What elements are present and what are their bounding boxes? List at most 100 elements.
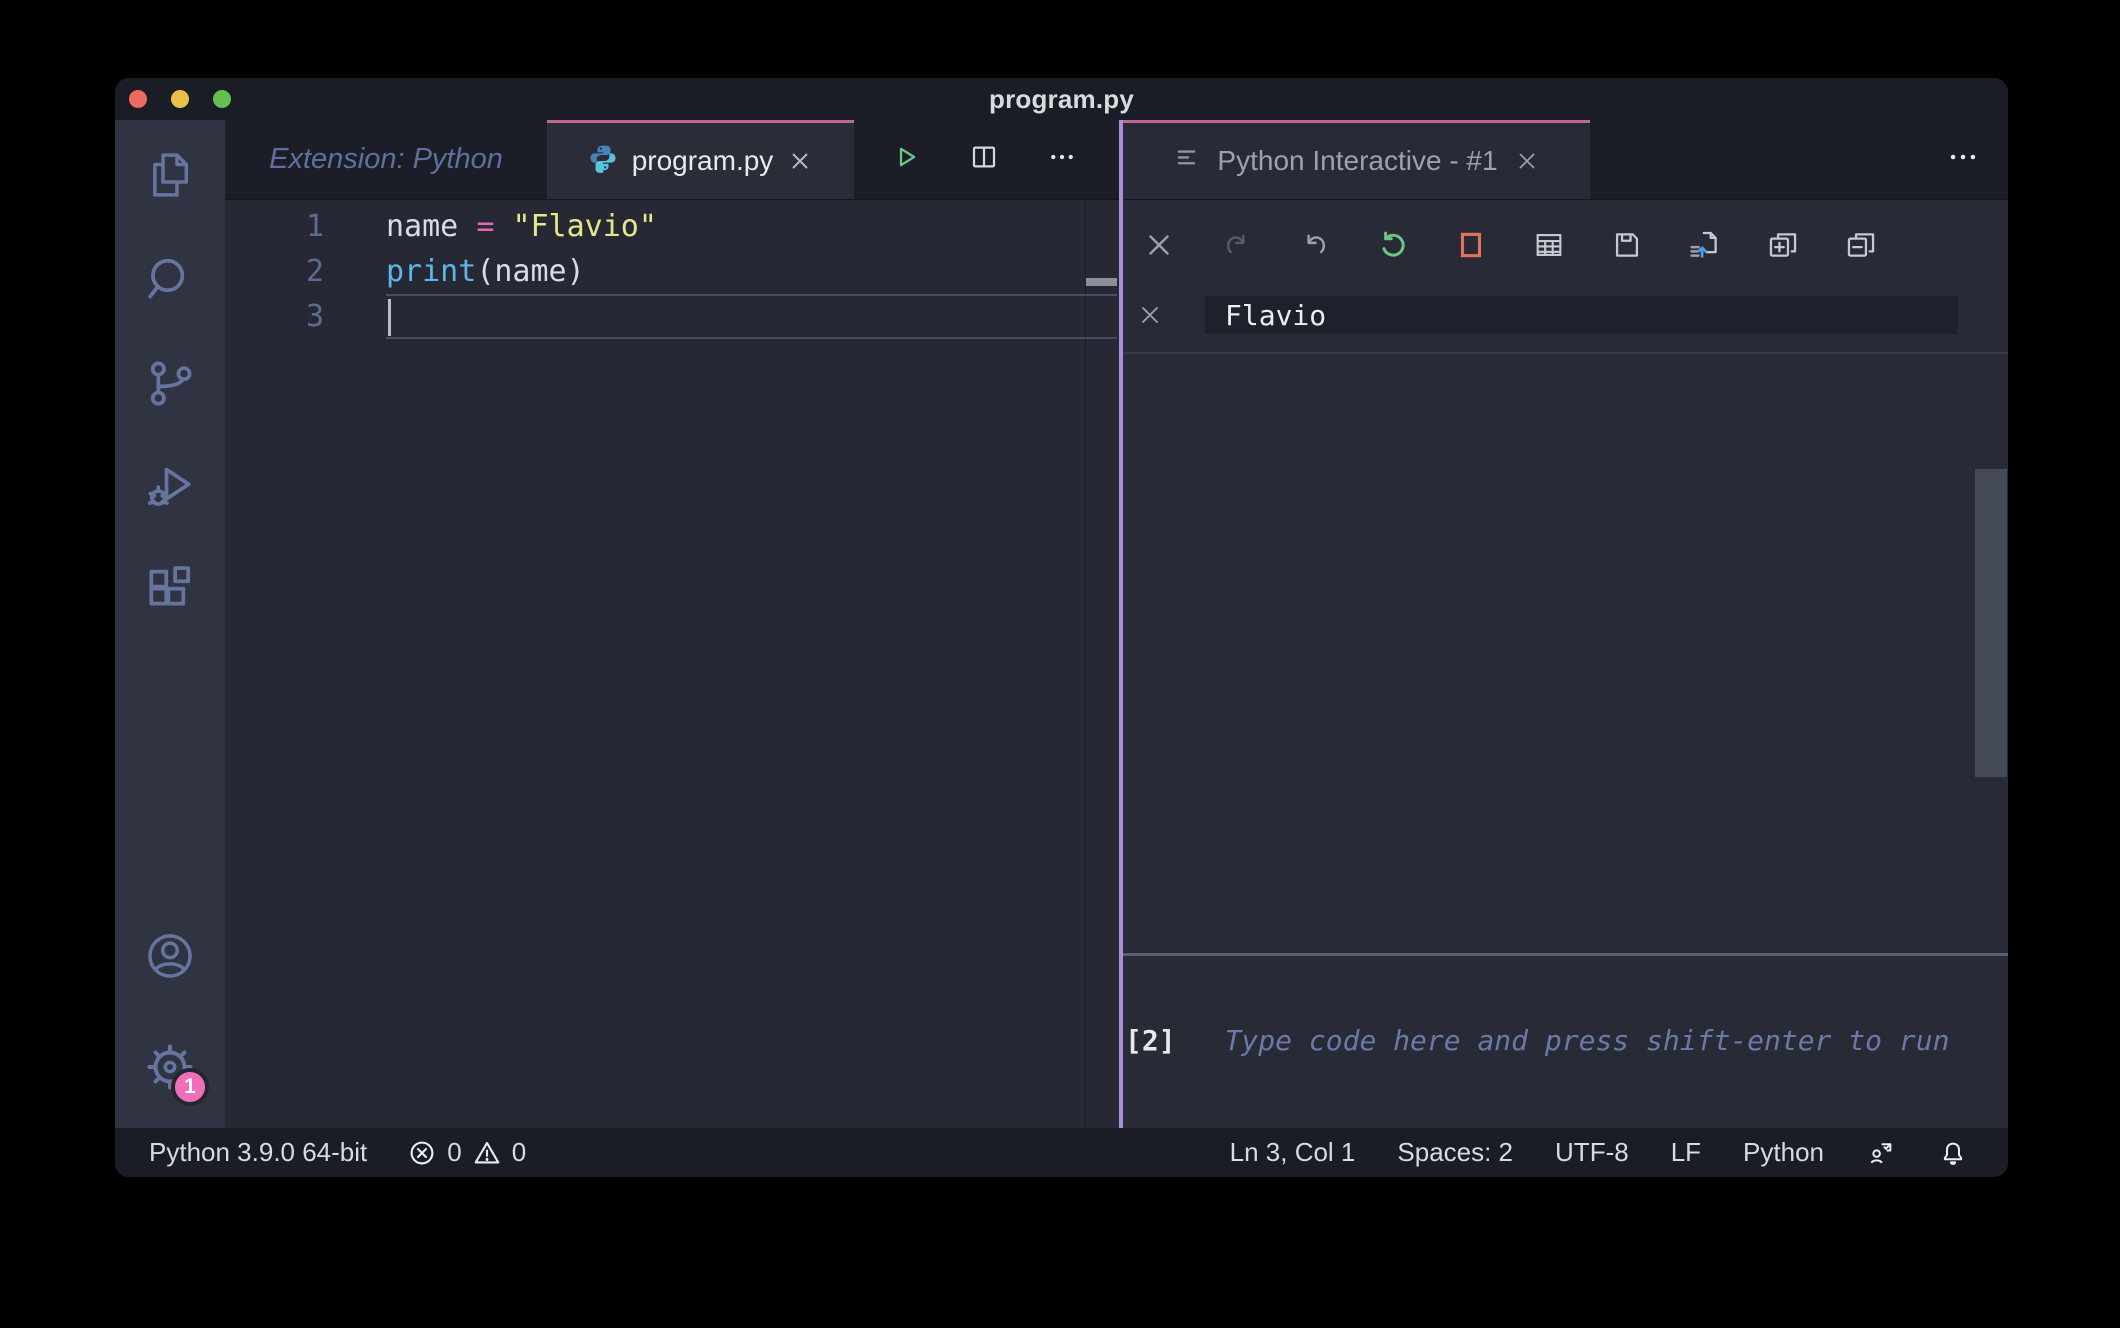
status-bar: Python 3.9.0 64-bit 0 0 Ln 3, Col 1 Spac… [115, 1128, 2008, 1177]
interactive-output-row: Flavio [1123, 296, 2008, 334]
expand-all-icon [1766, 228, 1800, 267]
input-placeholder: Type code here and press shift-enter to … [1224, 1023, 1950, 1057]
redo-button[interactable] [1218, 228, 1256, 266]
tab-close-icon[interactable] [787, 148, 813, 174]
clear-icon [1142, 228, 1176, 267]
panel-tab-close-icon[interactable] [1514, 148, 1540, 174]
export-button[interactable] [1686, 228, 1724, 266]
code-line-2[interactable]: 2 print (name) [225, 249, 1119, 294]
overview-ruler-divider [1085, 200, 1086, 1128]
extensions-icon [142, 563, 198, 624]
source-control-icon [142, 355, 198, 416]
indentation-label: Spaces: 2 [1397, 1137, 1514, 1167]
encoding-status[interactable]: UTF-8 [1555, 1137, 1629, 1168]
tab-extension-python[interactable]: Extension: Python [225, 120, 547, 199]
export-icon [1688, 228, 1722, 267]
panel-more-actions-button[interactable] [1946, 120, 2008, 199]
tab-python-interactive-label: Python Interactive - #1 [1217, 145, 1498, 176]
expand-all-button[interactable] [1764, 228, 1802, 266]
error-count: 0 [447, 1137, 462, 1167]
explorer-icon [142, 147, 198, 208]
eol-status[interactable]: LF [1671, 1137, 1701, 1168]
split-editor-icon [969, 142, 999, 177]
bell-icon [1938, 1138, 1968, 1168]
account-button[interactable] [115, 906, 225, 1010]
tab-python-interactive[interactable]: Python Interactive - #1 [1123, 120, 1590, 199]
restart-kernel-button[interactable] [1374, 228, 1412, 266]
problems-status[interactable]: 0 0 [407, 1137, 526, 1168]
editor-group: Extension: Python program.py 1 name = "F… [225, 120, 1119, 1128]
redo-icon [1220, 228, 1254, 267]
eol-label: LF [1670, 1137, 1702, 1167]
code-editor[interactable]: 1 name = "Flavio" 2 print (name) 3 [225, 200, 1119, 1128]
undo-icon [1298, 228, 1332, 267]
warning-icon [472, 1138, 502, 1168]
settings-badge: 1 [171, 1068, 209, 1106]
settings-button[interactable] [115, 1010, 225, 1128]
warning-count: 0 [511, 1137, 527, 1167]
clear-all-button[interactable] [1140, 228, 1178, 266]
editor-more-actions-button[interactable] [1047, 142, 1077, 177]
interrupt-kernel-icon [1454, 228, 1488, 267]
vscode-window: program.py 1 Extension: Python program.p… [115, 78, 2008, 1177]
run-play-icon [891, 142, 921, 177]
collapse-all-icon [1844, 228, 1878, 267]
python-file-icon [588, 143, 618, 180]
output-divider [1123, 352, 2008, 354]
feedback-button[interactable] [1866, 1138, 1896, 1168]
account-icon [142, 928, 198, 989]
restart-kernel-icon [1376, 228, 1410, 267]
variable-explorer-icon [1532, 228, 1566, 267]
interactive-toolbar [1140, 228, 1880, 266]
panel-scrollbar[interactable] [1975, 469, 2007, 777]
code-line-1[interactable]: 1 name = "Flavio" [225, 204, 1119, 249]
line-number: 1 [305, 209, 324, 244]
execution-count-prompt: [2] [1125, 1023, 1176, 1057]
search-icon [142, 251, 198, 312]
interactive-body: Flavio [2] Type code here and press shif… [1123, 200, 2008, 1128]
run-file-button[interactable] [891, 142, 921, 177]
python-interpreter-status[interactable]: Python 3.9.0 64-bit [149, 1137, 367, 1168]
indentation-status[interactable]: Spaces: 2 [1397, 1137, 1513, 1168]
text-cursor [388, 299, 391, 336]
variable-explorer-button[interactable] [1530, 228, 1568, 266]
save-icon [1610, 228, 1644, 267]
python-interactive-panel: Python Interactive - #1 Flavio [2] Type … [1123, 120, 2008, 1128]
tab-program-py[interactable]: program.py [547, 120, 854, 199]
feedback-icon [1866, 1138, 1896, 1168]
split-editor-button[interactable] [969, 142, 999, 177]
error-icon [407, 1138, 437, 1168]
interactive-window-icon [1173, 144, 1201, 179]
sidebar-item-explorer[interactable] [115, 125, 225, 229]
cursor-position-status[interactable]: Ln 3, Col 1 [1230, 1137, 1356, 1168]
panel-tab-bar: Python Interactive - #1 [1123, 120, 2008, 200]
activity-bar: 1 [115, 120, 225, 1128]
title-bar: program.py [115, 78, 2008, 120]
undo-button[interactable] [1296, 228, 1334, 266]
sidebar-item-run-debug[interactable] [115, 437, 225, 541]
line-number: 2 [305, 254, 324, 289]
ellipsis-icon [1946, 140, 1980, 179]
window-title: program.py [988, 83, 1135, 114]
sidebar-item-extensions[interactable] [115, 541, 225, 645]
collapse-all-button[interactable] [1842, 228, 1880, 266]
editor-tab-bar: Extension: Python program.py [225, 120, 1119, 200]
encoding-label: UTF-8 [1555, 1137, 1629, 1167]
python-version-label: Python 3.9.0 64-bit [149, 1137, 368, 1167]
tab-extension-python-label: Extension: Python [269, 143, 503, 175]
cell-output-value: Flavio [1205, 296, 1958, 334]
tab-program-py-label: program.py [631, 145, 774, 176]
current-line-highlight [386, 294, 1117, 339]
run-debug-icon [142, 459, 198, 520]
sidebar-item-search[interactable] [115, 229, 225, 333]
language-mode-status[interactable]: Python [1743, 1137, 1824, 1168]
notifications-button[interactable] [1938, 1138, 1968, 1168]
line-number: 3 [305, 299, 324, 334]
interactive-input[interactable]: [2] Type code here and press shift-enter… [1123, 1020, 2008, 1060]
sidebar-item-source-control[interactable] [115, 333, 225, 437]
save-button[interactable] [1608, 228, 1646, 266]
overview-ruler-cursor-mark [1086, 278, 1117, 286]
remove-cell-button[interactable] [1136, 301, 1164, 329]
input-divider [1123, 953, 2008, 956]
interrupt-kernel-button[interactable] [1452, 228, 1490, 266]
